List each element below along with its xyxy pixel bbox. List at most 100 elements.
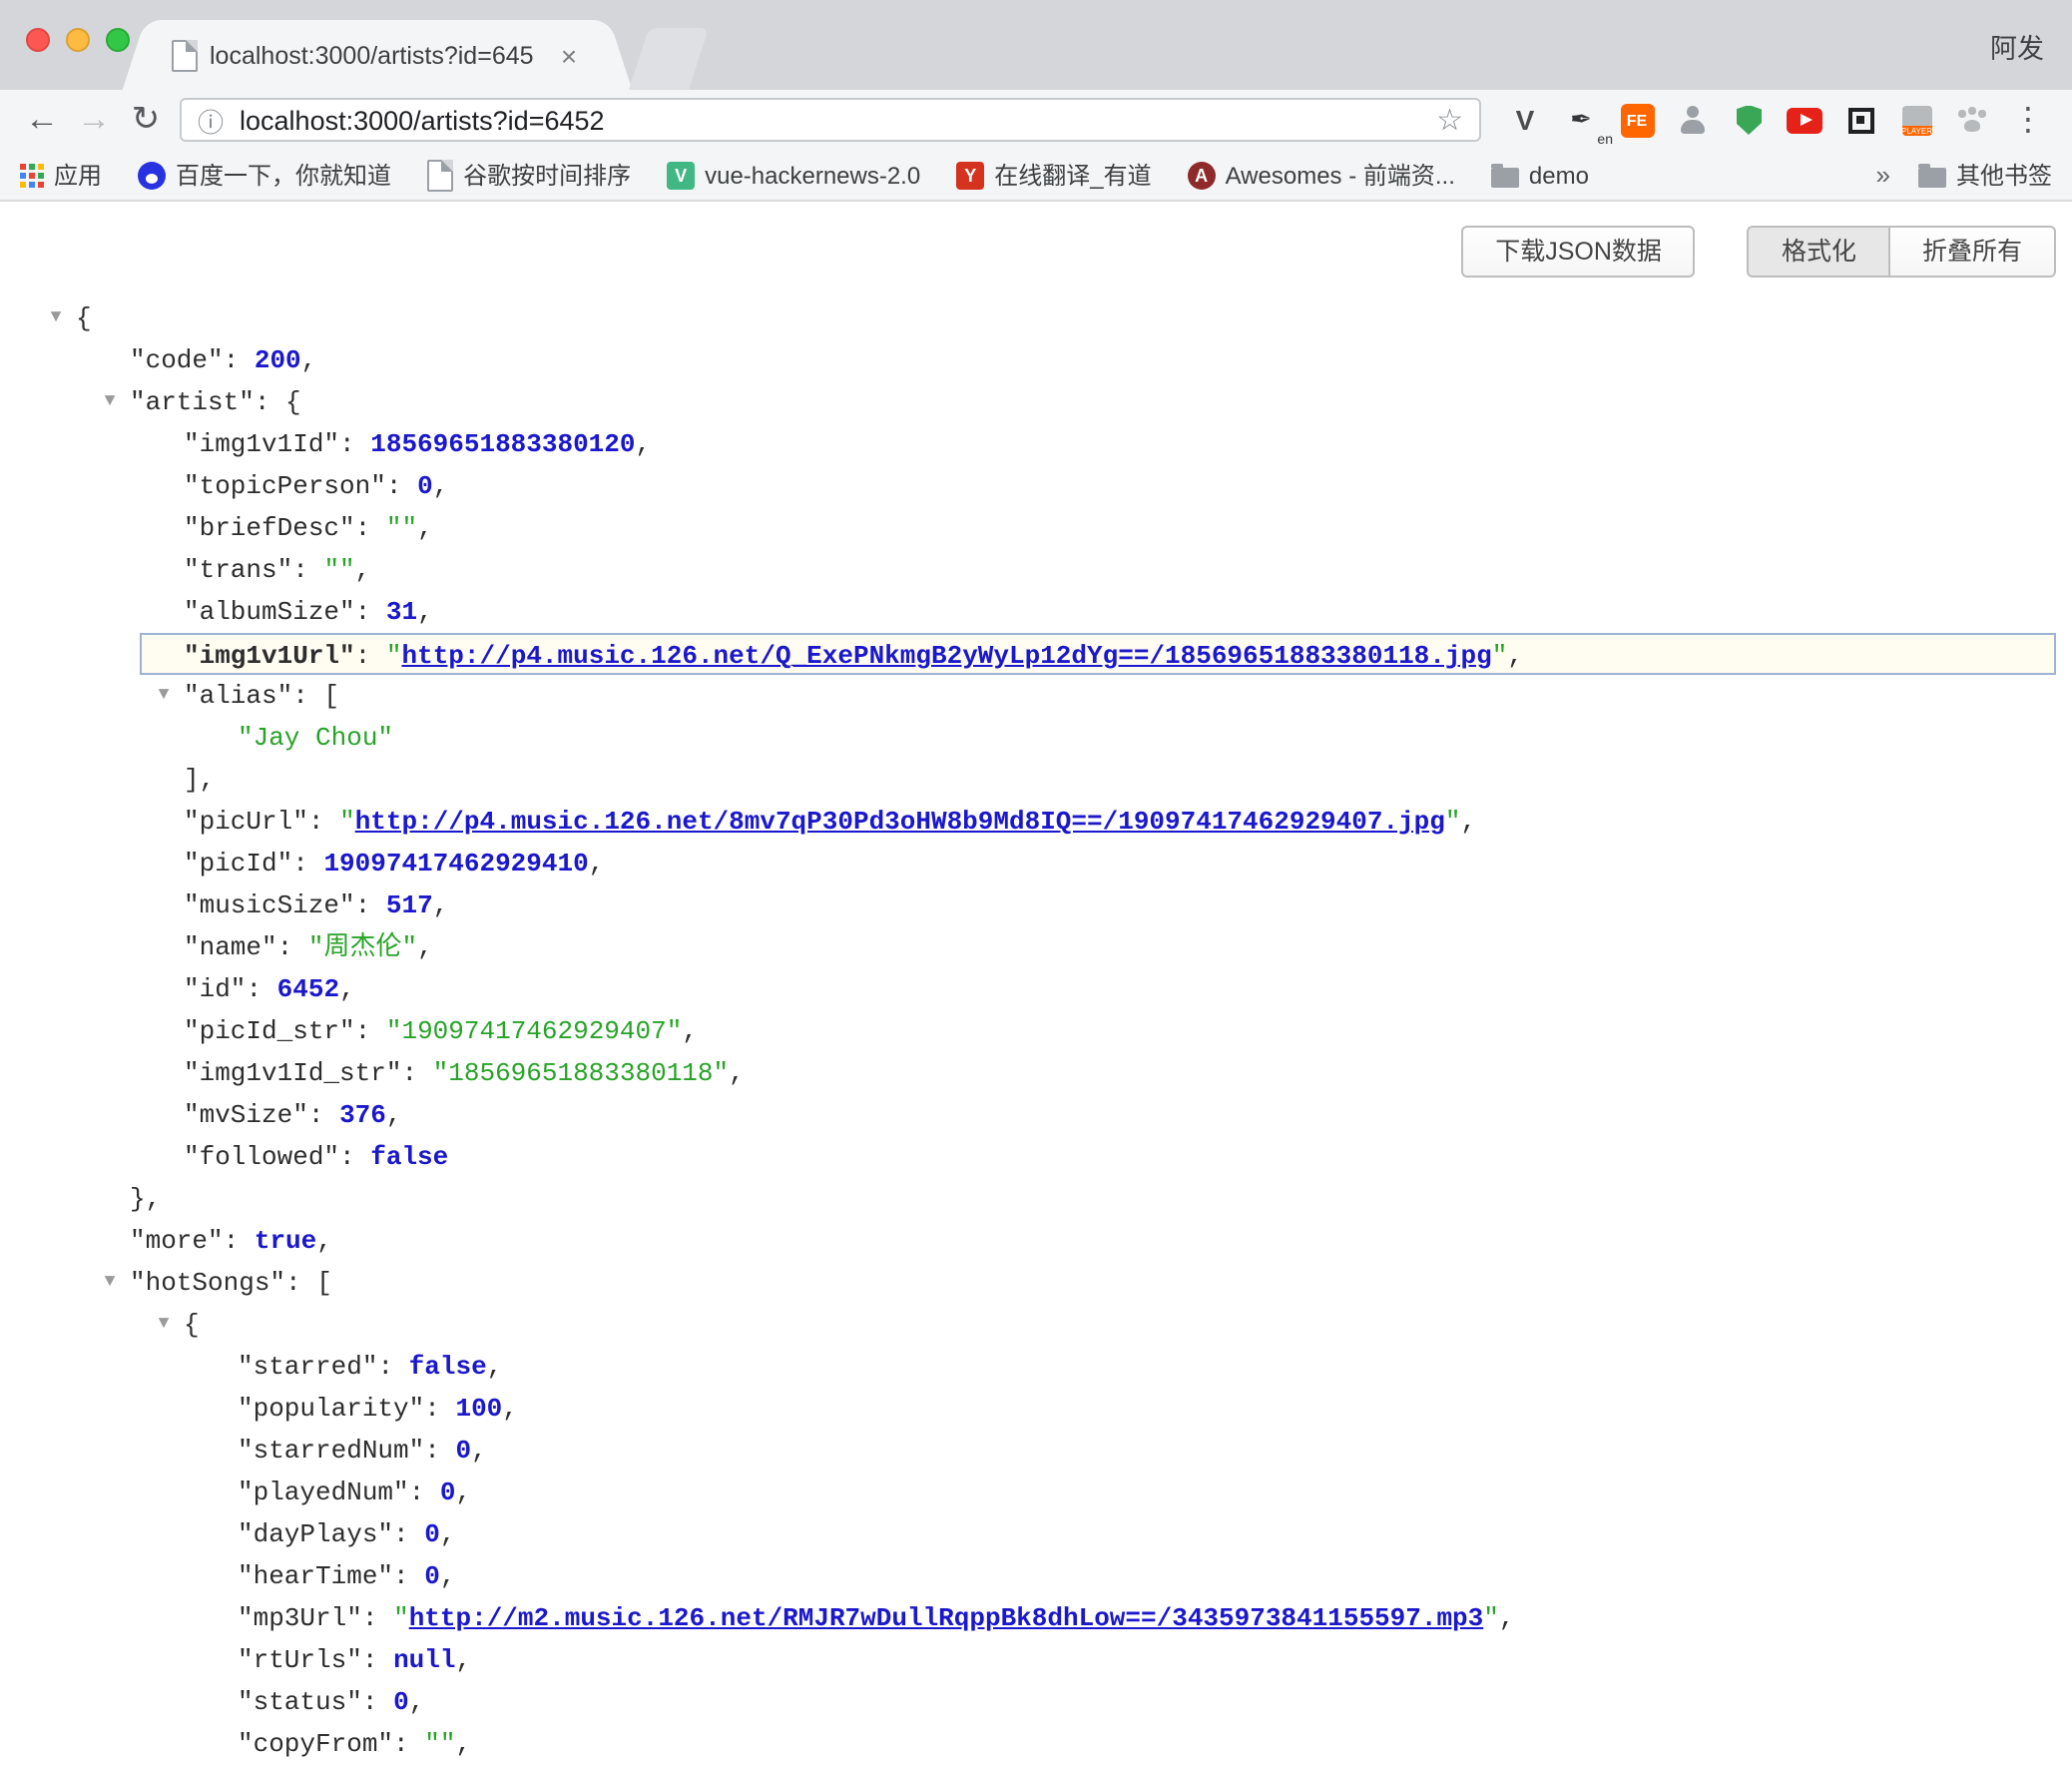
extension-button-paw[interactable] (1944, 90, 2000, 150)
json-key: "topicPerson" (184, 471, 386, 501)
json-url-link[interactable]: http://p4.music.126.net/Q_ExePNkmgB2yWyL… (402, 641, 1492, 671)
back-button[interactable]: ← (16, 90, 68, 150)
zoom-window-button[interactable] (106, 28, 130, 52)
json-punctuation: , (487, 1352, 503, 1382)
profile-name[interactable]: 阿发 (1990, 26, 2044, 66)
extension-button-shield[interactable] (1721, 90, 1777, 150)
json-line: ▼{ (0, 297, 2072, 339)
json-punctuation: : (246, 974, 276, 1004)
extension-button-fehelper[interactable]: FE (1609, 90, 1665, 150)
json-key: "trans" (184, 555, 292, 585)
json-punctuation: , (589, 849, 605, 879)
json-punctuation: , (502, 1394, 518, 1424)
json-value: 19097417462929410 (323, 849, 588, 879)
json-punctuation: : [ (292, 681, 339, 711)
close-window-button[interactable] (26, 28, 50, 52)
collapse-toggle-icon[interactable]: ▼ (152, 1304, 176, 1346)
pen-icon: ✒ (1570, 104, 1592, 136)
extension-button-v[interactable]: V (1497, 90, 1553, 150)
paw-icon (1964, 120, 1980, 132)
player-label: PLAYER (1901, 125, 1931, 135)
bookmark-item-awesomes[interactable]: A Awesomes - 前端资... (1188, 158, 1455, 192)
url-text[interactable]: localhost:3000/artists?id=6452 (240, 105, 1436, 135)
json-punctuation: { (76, 303, 92, 333)
json-quote: " (386, 641, 402, 671)
bookmark-item-demo[interactable]: demo (1491, 161, 1589, 189)
extension-button-youtube[interactable] (1777, 90, 1832, 150)
collapse-all-button[interactable]: 折叠所有 (1888, 226, 2056, 278)
baidu-icon (138, 161, 166, 189)
page-favicon-icon (172, 39, 198, 71)
new-tab-button[interactable] (629, 28, 709, 90)
json-line: "id": 6452, (0, 968, 2072, 1010)
json-punctuation: }, (130, 1184, 161, 1214)
bookmark-item-baidu[interactable]: 百度一下，你就知道 (138, 158, 391, 192)
minimize-window-button[interactable] (66, 28, 90, 52)
json-value: 0 (424, 1561, 440, 1591)
bookmark-item-vue-hackernews[interactable]: V vue-hackernews-2.0 (667, 161, 920, 189)
json-punctuation: : [ (285, 1268, 332, 1298)
page-content: 下载JSON数据 格式化 折叠所有 ▼{"code": 200,▼"artist… (0, 202, 2072, 1765)
json-key: "status" (238, 1687, 362, 1717)
collapse-toggle-icon[interactable]: ▼ (98, 381, 122, 423)
json-key: "starred" (238, 1352, 377, 1382)
json-url-link[interactable]: http://m2.music.126.net/RMJR7wDullRqppBk… (409, 1603, 1484, 1633)
json-punctuation: , (1507, 641, 1523, 671)
bookmark-item-google-sort[interactable]: 谷歌按时间排序 (427, 158, 631, 192)
json-line: "img1v1Id": 18569651883380120, (0, 423, 2072, 465)
json-line-selected: "img1v1Url": "http://p4.music.126.net/Q_… (140, 633, 2056, 675)
traffic-lights (26, 28, 130, 52)
bookmark-star-icon[interactable]: ☆ (1436, 102, 1463, 138)
json-string: "19097417462929407" (386, 1016, 682, 1046)
bookmark-item-youdao[interactable]: Y 在线翻译_有道 (956, 158, 1151, 192)
browser-tab[interactable]: localhost:3000/artists?id=645 × (152, 20, 603, 90)
json-punctuation: : (355, 513, 386, 543)
json-punctuation: : (362, 1603, 393, 1633)
json-line: "starred": false, (0, 1346, 2072, 1388)
browser-menu-button[interactable]: ⋮ (2000, 90, 2056, 150)
collapse-toggle-icon[interactable]: ▼ (152, 675, 176, 717)
extension-button-people[interactable] (1665, 90, 1721, 150)
json-value: 100 (455, 1394, 502, 1424)
json-key: "albumSize" (184, 597, 355, 627)
json-key: "mp3Url" (238, 1603, 362, 1633)
extension-button-player[interactable]: PLAYER (1888, 90, 1944, 150)
json-punctuation: : (224, 1226, 255, 1256)
bookmark-label: 应用 (54, 158, 102, 192)
collapse-toggle-icon[interactable]: ▼ (98, 1262, 122, 1304)
download-json-button[interactable]: 下载JSON数据 (1461, 226, 1696, 278)
json-line: "more": true, (0, 1220, 2072, 1262)
page-info-icon[interactable]: ⓘ (198, 101, 224, 139)
bookmark-item-apps[interactable]: 应用 (20, 158, 102, 192)
other-bookmarks[interactable]: 其他书签 (1918, 158, 2052, 192)
person-icon (1679, 106, 1707, 134)
json-punctuation: , (729, 1058, 745, 1088)
forward-button[interactable]: → (68, 90, 120, 150)
json-line: }, (0, 1178, 2072, 1220)
json-line: "briefDesc": "", (0, 507, 2072, 549)
json-punctuation: , (417, 513, 433, 543)
address-bar[interactable]: ⓘ localhost:3000/artists?id=6452 ☆ (180, 98, 1481, 142)
reload-button[interactable]: ↻ (120, 90, 172, 150)
extension-button-qrcode[interactable] (1832, 90, 1888, 150)
json-quote: " (339, 807, 355, 837)
bookmark-label: 谷歌按时间排序 (463, 158, 631, 192)
json-punctuation: { (184, 1310, 200, 1340)
bookmark-label: 百度一下，你就知道 (176, 158, 391, 192)
json-key: "img1v1Id_str" (184, 1058, 401, 1088)
page-icon (427, 159, 453, 191)
tab-close-icon[interactable]: × (555, 41, 583, 69)
collapse-toggle-icon[interactable]: ▼ (44, 297, 68, 339)
bookmarks-overflow-icon[interactable]: » (1876, 160, 1890, 190)
json-line: "dayPlays": 0, (0, 1513, 2072, 1555)
json-line: "mvSize": 376, (0, 1094, 2072, 1136)
json-punctuation: , (355, 555, 371, 585)
json-punctuation: , (339, 974, 355, 1004)
format-button[interactable]: 格式化 (1748, 226, 1890, 278)
extension-button-translate[interactable]: ✒ en (1553, 90, 1609, 150)
json-key: "briefDesc" (184, 513, 355, 543)
bookmark-label: demo (1529, 161, 1589, 189)
json-url-link[interactable]: http://p4.music.126.net/8mv7qP30Pd3oHW8b… (355, 807, 1445, 837)
fe-icon: FE (1620, 103, 1654, 137)
json-punctuation: , (1499, 1603, 1515, 1633)
